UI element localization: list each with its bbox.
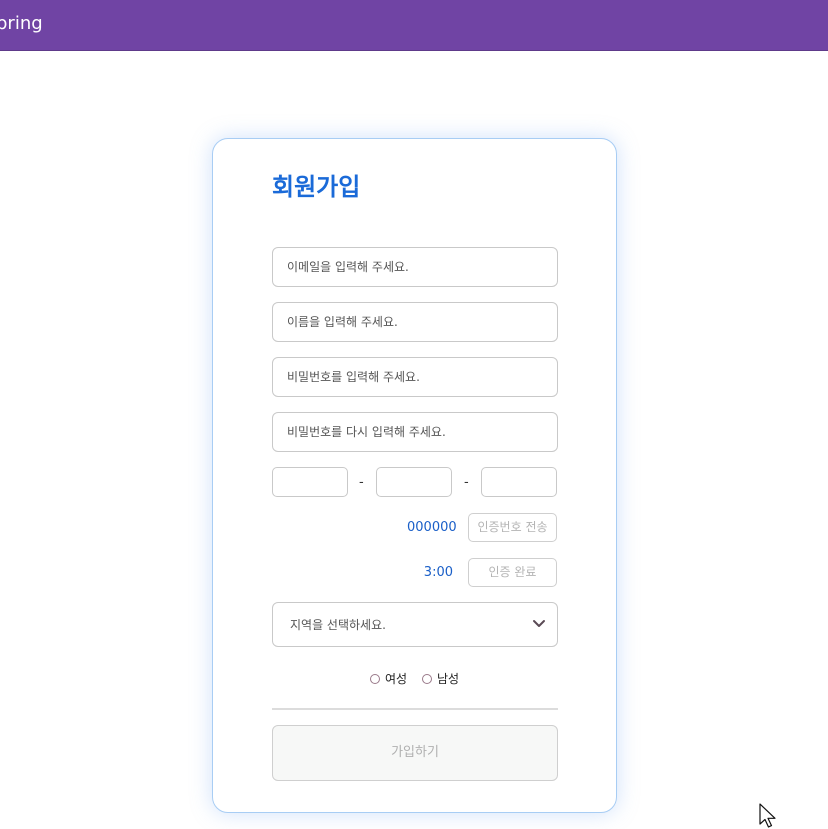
password-confirm-input[interactable] <box>272 412 558 452</box>
gender-radio-group: 여성 남성 <box>213 670 618 686</box>
phone-part1-input[interactable] <box>272 467 348 497</box>
gender-female-radio[interactable]: 여성 <box>370 670 407 687</box>
chevron-down-icon <box>533 620 545 627</box>
send-code-button[interactable]: 인증번호 전송 <box>468 513 557 542</box>
gender-female-label: 여성 <box>385 672 408 686</box>
verification-timer: 3:00 <box>423 565 453 580</box>
email-input[interactable] <box>272 247 558 287</box>
top-bar: pring <box>0 0 828 51</box>
verify-button[interactable]: 인증 완료 <box>468 558 557 587</box>
app-brand[interactable]: pring <box>0 13 43 35</box>
verification-code: 000000 <box>407 520 457 535</box>
mouse-cursor-icon <box>759 803 776 828</box>
password-input[interactable] <box>272 357 558 397</box>
gender-male-radio[interactable]: 남성 <box>422 670 459 687</box>
phone-separator: - <box>359 475 364 490</box>
signup-card: 회원가입 - - 000000 인증번호 전송 3:00 인증 완료 지역을 선… <box>212 138 617 813</box>
phone-separator: - <box>464 475 469 490</box>
page-title: 회원가입 <box>272 173 361 201</box>
phone-part2-input[interactable] <box>376 467 452 497</box>
region-select[interactable]: 지역을 선택하세요. <box>272 602 558 647</box>
signup-submit-button[interactable]: 가입하기 <box>272 725 558 781</box>
name-input[interactable] <box>272 302 558 342</box>
radio-circle-icon[interactable] <box>370 673 380 684</box>
phone-part3-input[interactable] <box>481 467 557 497</box>
region-select-value: 지역을 선택하세요. <box>290 618 386 632</box>
gender-male-label: 남성 <box>437 672 460 686</box>
radio-circle-icon[interactable] <box>422 673 432 684</box>
divider <box>272 708 558 710</box>
